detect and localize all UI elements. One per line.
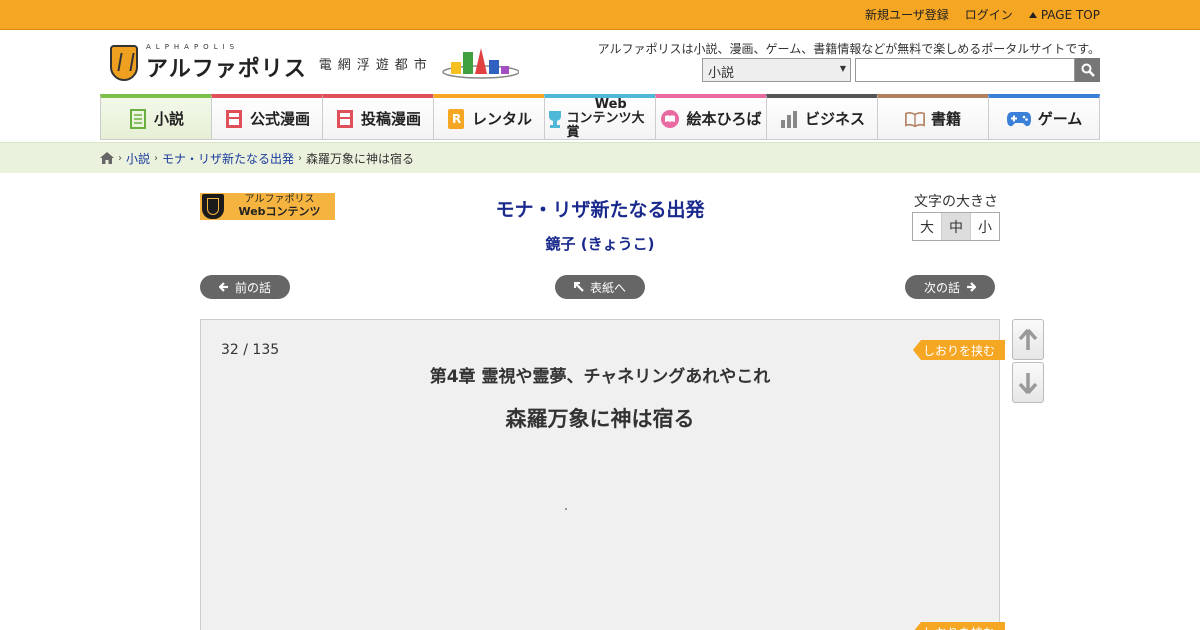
bookmark-button-bottom[interactable]: しおりを挟む xyxy=(913,622,1005,630)
breadcrumb: › 小説 › モナ・リザ新たなる出発 › 森羅万象に神は宿る xyxy=(100,143,1100,173)
logo-text: ALPHAPOLIS アルファポリス xyxy=(146,43,307,83)
font-size-buttons: 大 中 小 xyxy=(912,212,1000,241)
font-size-large-button[interactable]: 大 xyxy=(913,213,942,240)
nav-official-manga-label: 公式漫画 xyxy=(249,110,310,128)
font-size-control: 文字の大きさ 大 中 小 xyxy=(912,191,1000,241)
chapter-title: 第4章 霊視や霊夢、チャネリングあれやこれ xyxy=(429,367,771,387)
gamepad-icon xyxy=(1006,109,1032,129)
register-link[interactable]: 新規ユーザ登録 xyxy=(865,6,949,23)
cover-label: 表紙へ xyxy=(589,280,626,295)
nav-books-label: 書籍 xyxy=(930,110,961,128)
breadcrumb-bar: › 小説 › モナ・リザ新たなる出発 › 森羅万象に神は宿る xyxy=(0,142,1200,173)
font-size-label: 文字の大きさ xyxy=(914,194,998,210)
nav-game[interactable]: ゲーム xyxy=(988,94,1100,140)
picture-book-icon xyxy=(660,109,680,129)
scroll-up-button[interactable] xyxy=(1012,319,1044,360)
site-header: ALPHAPOLIS アルファポリス 電網浮遊都市 アルファポリスは小説、漫画、… xyxy=(100,30,1100,94)
nav-rental-label: レンタル xyxy=(471,110,532,128)
nav-award-label: コンテンツ大賞 xyxy=(566,110,645,140)
nav-picture-book[interactable]: 絵本ひろば xyxy=(655,94,766,140)
top-bar: 新規ユーザ登録 ログイン PAGE TOP xyxy=(0,0,1200,30)
font-size-medium-button[interactable]: 中 xyxy=(942,213,971,240)
triangle-up-icon xyxy=(1028,11,1037,18)
logo-main-text: アルファポリス xyxy=(146,56,307,82)
alphapolis-shield-icon xyxy=(110,45,138,81)
prev-episode-button[interactable]: 前の話 xyxy=(200,275,290,299)
chevron-right-icon: › xyxy=(298,152,303,164)
prev-episode-label: 前の話 xyxy=(234,280,271,295)
arrow-up-icon xyxy=(1018,328,1038,350)
logo-sub-text: 電網浮遊都市 xyxy=(318,57,433,73)
open-book-icon xyxy=(905,109,925,129)
nav-posted-manga-label: 投稿漫画 xyxy=(360,110,421,128)
nav-posted-manga[interactable]: 投稿漫画 xyxy=(322,94,433,140)
main-nav: 小説 公式漫画 投稿漫画 R レンタル Web コンテンツ大賞 絵本ひろば ビジ… xyxy=(100,94,1100,140)
nav-web-contents-award-label: Web コンテンツ大賞 xyxy=(566,96,655,140)
search-button[interactable] xyxy=(1075,58,1100,82)
arrow-down-icon xyxy=(1018,372,1038,394)
cover-button[interactable]: 表紙へ xyxy=(555,275,645,299)
site-tagline: アルファポリスは小説、漫画、ゲーム、書籍情報などが無料で楽しめるポータルサイトで… xyxy=(597,42,1100,56)
home-icon[interactable] xyxy=(100,152,114,164)
nav-web-contents-award[interactable]: Web コンテンツ大賞 xyxy=(544,94,655,140)
svg-text:R: R xyxy=(452,112,461,126)
arrow-up-left-icon xyxy=(573,282,584,292)
nav-game-label: ゲーム xyxy=(1037,110,1083,128)
breadcrumb-current: 森羅万象に神は宿る xyxy=(306,151,415,166)
search-form: 小説 xyxy=(702,58,1100,82)
chevron-right-icon: › xyxy=(154,152,159,164)
text-dot xyxy=(565,508,567,510)
city-illustration-icon xyxy=(442,48,519,79)
page-number: 32 / 135 xyxy=(221,342,280,358)
nav-picture-book-label: 絵本ひろば xyxy=(686,110,762,128)
login-link[interactable]: ログイン xyxy=(965,6,1013,23)
bar-chart-icon xyxy=(779,109,799,129)
nav-web-label: Web xyxy=(594,96,627,112)
bookmark-button-top[interactable]: しおりを挟む xyxy=(913,340,1005,360)
search-category-select[interactable]: 小説 xyxy=(702,58,851,82)
novel-title: モナ・リザ新たなる出発 xyxy=(495,199,705,221)
nav-books[interactable]: 書籍 xyxy=(877,94,988,140)
logo-small-text: ALPHAPOLIS xyxy=(146,43,240,51)
episode-title: 森羅万象に神は宿る xyxy=(505,407,695,431)
nav-business[interactable]: ビジネス xyxy=(766,94,877,140)
manga-icon xyxy=(224,109,244,129)
arrow-right-icon xyxy=(967,282,976,292)
search-icon xyxy=(1081,63,1095,77)
rental-r-icon: R xyxy=(446,108,466,129)
nav-novel[interactable]: 小説 xyxy=(100,94,211,140)
page-top-label: PAGE TOP xyxy=(1040,7,1100,22)
reader-panel: 32 / 135 第4章 霊視や霊夢、チャネリングあれやこれ 森羅万象に神は宿る… xyxy=(200,319,1005,630)
nav-rental[interactable]: R レンタル xyxy=(433,94,544,140)
chevron-right-icon: › xyxy=(118,152,122,164)
nav-novel-label: 小説 xyxy=(153,110,184,128)
main-content: アルファポリス Webコンテンツ モナ・リザ新たなる出発 鏡子 (きょうこ) 文… xyxy=(200,173,1005,630)
font-size-small-button[interactable]: 小 xyxy=(971,213,999,240)
next-episode-button[interactable]: 次の話 xyxy=(905,275,995,299)
book-page-icon xyxy=(128,108,148,129)
trophy-icon xyxy=(545,109,564,129)
manga-icon xyxy=(335,109,355,129)
next-episode-label: 次の話 xyxy=(923,280,960,295)
site-logo[interactable]: ALPHAPOLIS アルファポリス 電網浮遊都市 xyxy=(110,43,519,83)
novel-author[interactable]: 鏡子 (きょうこ) xyxy=(200,233,1000,254)
breadcrumb-work[interactable]: モナ・リザ新たなる出発 xyxy=(162,150,294,167)
arrow-left-icon xyxy=(218,282,228,292)
page-top-link[interactable]: PAGE TOP xyxy=(1028,7,1100,22)
nav-official-manga[interactable]: 公式漫画 xyxy=(211,94,322,140)
breadcrumb-novel[interactable]: 小説 xyxy=(126,150,150,167)
nav-business-label: ビジネス xyxy=(804,110,865,128)
search-input[interactable] xyxy=(855,58,1075,82)
scroll-down-button[interactable] xyxy=(1012,362,1044,403)
